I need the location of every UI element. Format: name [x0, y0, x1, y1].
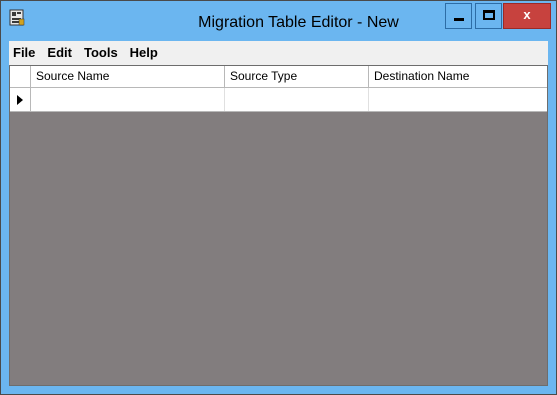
minimize-button[interactable]	[445, 3, 472, 29]
app-window: Migration Table Editor - New x File Edit…	[0, 0, 557, 395]
title-bar[interactable]: Migration Table Editor - New x	[1, 1, 556, 41]
window-title: Migration Table Editor - New	[198, 14, 399, 31]
menu-tools[interactable]: Tools	[78, 45, 124, 60]
migration-table-grid[interactable]: Source Name Source Type Destination Name	[9, 65, 548, 386]
column-header-source-type[interactable]: Source Type	[225, 66, 369, 87]
menu-file[interactable]: File	[9, 45, 41, 60]
menu-edit[interactable]: Edit	[41, 45, 78, 60]
column-header-source-name[interactable]: Source Name	[31, 66, 225, 87]
grid-header-row: Source Name Source Type Destination Name	[10, 66, 547, 88]
current-row-arrow-icon	[17, 95, 23, 105]
cell-source-type[interactable]	[225, 88, 369, 111]
client-area: File Edit Tools Help Source Name Source …	[9, 41, 548, 386]
menu-bar: File Edit Tools Help	[9, 41, 548, 63]
cell-source-name[interactable]	[31, 88, 225, 111]
row-header-corner[interactable]	[10, 66, 31, 87]
column-header-destination-name[interactable]: Destination Name	[369, 66, 547, 87]
cell-destination-name[interactable]	[369, 88, 547, 111]
close-button[interactable]: x	[503, 3, 551, 29]
row-selector[interactable]	[10, 88, 31, 111]
maximize-icon	[483, 10, 495, 20]
menu-help[interactable]: Help	[124, 45, 164, 60]
minimize-icon	[454, 18, 464, 21]
close-icon: x	[523, 7, 531, 22]
table-row[interactable]	[10, 88, 547, 112]
maximize-button[interactable]	[475, 3, 502, 29]
